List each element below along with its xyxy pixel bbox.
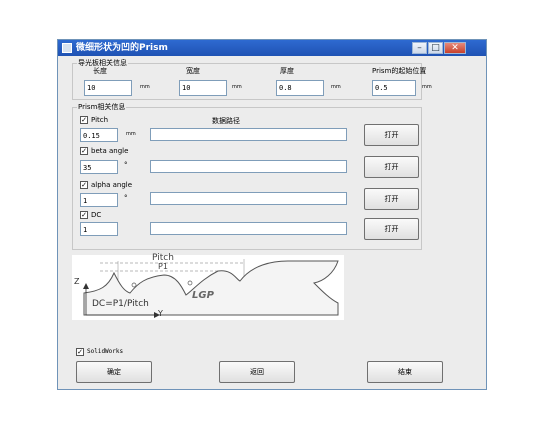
main-window: 微细形状为凹的Prism – □ ✕ 导光板相关信息 长度 10 mm 宽度 1…: [57, 39, 487, 390]
figure-lgp-label: LGP: [192, 290, 214, 301]
pitch-label: Pitch: [91, 116, 109, 124]
beta-angle-path-input[interactable]: [150, 160, 347, 173]
maximize-button[interactable]: □: [428, 42, 443, 54]
ok-button[interactable]: 确定: [76, 361, 152, 383]
thickness-label: 厚度: [280, 67, 294, 75]
finish-button[interactable]: 结束: [367, 361, 443, 383]
dc-label: DC: [91, 211, 102, 219]
minimize-button[interactable]: –: [412, 42, 427, 54]
length-label: 长度: [93, 67, 107, 75]
pitch-checkbox[interactable]: ✓: [80, 116, 88, 124]
dc-open-button[interactable]: 打开: [364, 218, 419, 240]
beta-angle-label: beta angle: [91, 147, 129, 155]
window-title: 微细形状为凹的Prism: [76, 43, 168, 53]
length-input[interactable]: 10: [84, 80, 132, 96]
alpha-angle-path-input[interactable]: [150, 192, 347, 205]
prism-schematic-svg: [83, 259, 339, 318]
width-input[interactable]: 10: [179, 80, 227, 96]
pitch-path-input[interactable]: [150, 128, 347, 141]
prism-start-unit: mm: [422, 84, 432, 90]
close-button[interactable]: ✕: [444, 42, 466, 54]
thickness-input[interactable]: 0.8: [276, 80, 324, 96]
width-unit: mm: [232, 84, 242, 90]
pitch-unit: mm: [126, 131, 136, 137]
alpha-angle-input[interactable]: 1: [80, 193, 118, 207]
pitch-open-button[interactable]: 打开: [364, 124, 419, 146]
beta-angle-unit: °: [124, 161, 128, 169]
figure-axis-y-label: Y: [158, 309, 163, 318]
alpha-angle-open-button[interactable]: 打开: [364, 188, 419, 210]
figure-formula-label: DC=P1/Pitch: [92, 299, 149, 309]
prism-start-label: Prism的起始位置: [372, 67, 427, 75]
prism-schematic-figure: Pitch P1 LGP DC=P1/Pitch Z Y: [72, 253, 344, 320]
solidworks-label: SolidWorks: [87, 348, 124, 355]
prism-group-label: Prism相关信息: [77, 102, 127, 112]
data-path-header: 数据路径: [212, 117, 240, 125]
figure-axis-z-label: Z: [74, 277, 80, 286]
thickness-unit: mm: [331, 84, 341, 90]
solidworks-checkbox[interactable]: ✓: [76, 348, 84, 356]
pitch-input[interactable]: 0.15: [80, 128, 118, 142]
prism-start-input[interactable]: 0.5: [372, 80, 416, 96]
dc-checkbox[interactable]: ✓: [80, 211, 88, 219]
beta-angle-input[interactable]: 35: [80, 160, 118, 174]
dc-path-input[interactable]: [150, 222, 347, 235]
beta-angle-checkbox[interactable]: ✓: [80, 147, 88, 155]
beta-angle-open-button[interactable]: 打开: [364, 156, 419, 178]
back-button[interactable]: 返回: [219, 361, 295, 383]
dc-input[interactable]: 1: [80, 222, 118, 236]
figure-p1-label: P1: [158, 262, 168, 271]
app-icon: [62, 43, 72, 53]
title-bar: 微细形状为凹的Prism – □ ✕: [58, 40, 486, 56]
length-unit: mm: [140, 84, 150, 90]
alpha-angle-label: alpha angle: [91, 181, 133, 189]
alpha-angle-checkbox[interactable]: ✓: [80, 181, 88, 189]
width-label: 宽度: [186, 67, 200, 75]
alpha-angle-unit: °: [124, 194, 128, 202]
